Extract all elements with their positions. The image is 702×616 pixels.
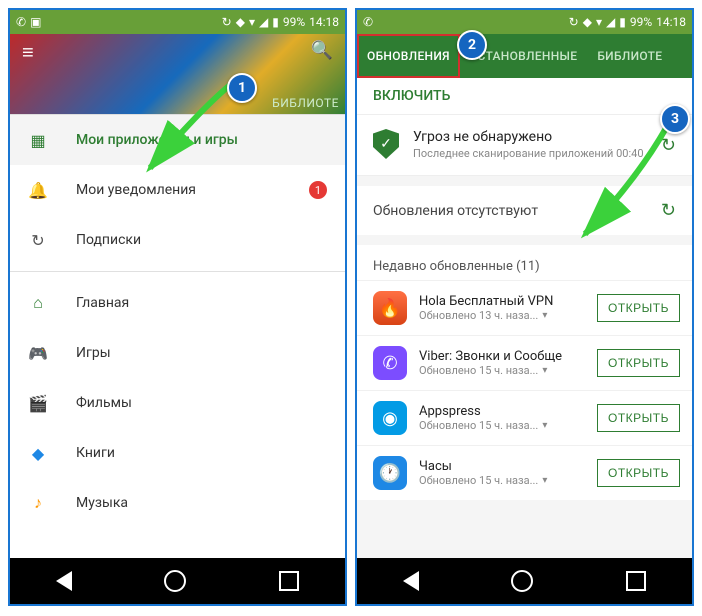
battery-icon: ▮ bbox=[272, 15, 279, 29]
drawer-label: Музыка bbox=[76, 495, 128, 511]
app-name: Часы bbox=[419, 459, 585, 474]
app-sub: Обновлено 15 ч. наза... bbox=[419, 419, 538, 432]
no-updates-label: Обновления отсутствуют bbox=[373, 203, 538, 219]
drawer-label: Фильмы bbox=[76, 395, 132, 411]
annotation-arrow-3 bbox=[570, 116, 690, 246]
drawer-games[interactable]: 🎮 Игры bbox=[10, 328, 345, 378]
search-icon[interactable]: 🔍 bbox=[311, 40, 333, 65]
drawer-label: Мои уведомления bbox=[76, 182, 196, 198]
viber-status-icon: ✆ bbox=[16, 15, 26, 29]
drawer-subscriptions[interactable]: ↻ Подписки bbox=[10, 215, 345, 265]
play-tabs: ОБНОВЛЕНИЯ УСТАНОВЛЕННЫЕ БИБЛИОТЕ bbox=[357, 34, 692, 78]
wifi-icon: ▾ bbox=[596, 15, 602, 29]
status-bar: ✆ ▣ ↻ ◆ ▾ ◢ ▮ 99% 14:18 bbox=[10, 10, 345, 34]
nav-drawer: ▦ Мои приложения и игры 🔔 Мои уведомлени… bbox=[10, 114, 345, 558]
enable-button[interactable]: ВКЛЮЧИТЬ bbox=[357, 78, 692, 115]
wifi-icon: ▾ bbox=[249, 15, 255, 29]
tab-updates[interactable]: ОБНОВЛЕНИЯ bbox=[357, 34, 460, 78]
signal-icon: ◢ bbox=[606, 15, 615, 29]
hamburger-icon[interactable]: ≡ bbox=[22, 40, 34, 65]
android-status-icon: ▣ bbox=[30, 15, 41, 29]
drawer-books[interactable]: ◆ Книги bbox=[10, 428, 345, 478]
viber-icon: ✆ bbox=[373, 346, 407, 380]
app-sub: Обновлено 13 ч. наза... bbox=[419, 309, 538, 322]
annotation-marker-2: 2 bbox=[457, 30, 487, 60]
nav-back[interactable] bbox=[56, 571, 72, 591]
sync-icon: ↻ bbox=[569, 15, 579, 29]
app-sub: Обновлено 15 ч. наза... bbox=[419, 474, 538, 487]
clock-icon: 🕐 bbox=[373, 456, 407, 490]
battery-pct: 99% bbox=[630, 15, 652, 29]
appspress-icon: ◉ bbox=[373, 401, 407, 435]
home-icon: ⌂ bbox=[28, 293, 48, 313]
film-icon: 🎬 bbox=[28, 394, 48, 413]
status-bar: ✆ ↻ ◆ ▾ ◢ ▮ 99% 14:18 bbox=[357, 10, 692, 34]
drawer-label: Игры bbox=[76, 345, 111, 361]
nav-recent[interactable] bbox=[279, 571, 299, 591]
drawer-films[interactable]: 🎬 Фильмы bbox=[10, 378, 345, 428]
nav-home[interactable] bbox=[511, 570, 533, 592]
drawer-label: Подписки bbox=[76, 232, 141, 248]
phone-right: ✆ ↻ ◆ ▾ ◢ ▮ 99% 14:18 ОБНОВЛЕНИЯ УСТАНОВ… bbox=[355, 8, 694, 606]
annotation-marker-3: 3 bbox=[660, 104, 690, 134]
chevron-down-icon[interactable]: ▾ bbox=[542, 420, 547, 431]
app-name: Hola Бесплатный VPN bbox=[419, 294, 585, 309]
app-row-clock[interactable]: 🕐 Часы Обновлено 15 ч. наза... ▾ ОТКРЫТЬ bbox=[357, 445, 692, 500]
drawer-music[interactable]: ♪ Музыка bbox=[10, 478, 345, 528]
chevron-down-icon[interactable]: ▾ bbox=[542, 365, 547, 376]
bell-icon: 🔔 bbox=[28, 181, 48, 200]
clock: 14:18 bbox=[309, 15, 339, 29]
sync-icon: ↻ bbox=[222, 15, 232, 29]
book-icon: ◆ bbox=[28, 444, 48, 463]
android-navbar bbox=[357, 558, 692, 604]
app-list: 🔥 Hola Бесплатный VPN Обновлено 13 ч. на… bbox=[357, 280, 692, 500]
refresh-icon: ↻ bbox=[28, 231, 48, 250]
app-sub: Обновлено 15 ч. наза... bbox=[419, 364, 538, 377]
clock: 14:18 bbox=[656, 15, 686, 29]
signal-icon: ◢ bbox=[259, 15, 268, 29]
chevron-down-icon[interactable]: ▾ bbox=[542, 475, 547, 486]
recent-header: Недавно обновленные (11) bbox=[357, 245, 692, 280]
open-button[interactable]: ОТКРЫТЬ bbox=[597, 459, 680, 487]
chevron-down-icon[interactable]: ▾ bbox=[542, 310, 547, 321]
gamepad-icon: 🎮 bbox=[28, 344, 48, 363]
nav-back[interactable] bbox=[403, 571, 419, 591]
open-button[interactable]: ОТКРЫТЬ bbox=[597, 294, 680, 322]
drawer-label: Книги bbox=[76, 445, 115, 461]
annotation-marker-1: 1 bbox=[227, 73, 257, 103]
app-name: Appspress bbox=[419, 404, 585, 419]
shield-icon: ✓ bbox=[373, 129, 399, 159]
nav-home[interactable] bbox=[164, 570, 186, 592]
drawer-label: Главная bbox=[76, 295, 129, 311]
battery-pct: 99% bbox=[283, 15, 305, 29]
open-button[interactable]: ОТКРЫТЬ bbox=[597, 349, 680, 377]
tab-library-peek[interactable]: БИБЛИОТЕ bbox=[272, 96, 345, 114]
divider bbox=[10, 271, 345, 272]
location-icon: ◆ bbox=[583, 15, 592, 29]
notif-badge: 1 bbox=[309, 181, 327, 199]
music-icon: ♪ bbox=[28, 493, 48, 513]
app-row-appspress[interactable]: ◉ Appspress Обновлено 15 ч. наза... ▾ ОТК… bbox=[357, 390, 692, 445]
battery-icon: ▮ bbox=[619, 15, 626, 29]
app-row-viber[interactable]: ✆ Viber: Звонки и Сообще Обновлено 15 ч.… bbox=[357, 335, 692, 390]
apps-icon: ▦ bbox=[28, 131, 48, 150]
nav-recent[interactable] bbox=[626, 571, 646, 591]
app-name: Viber: Звонки и Сообще bbox=[419, 349, 585, 364]
viber-status-icon: ✆ bbox=[363, 15, 373, 29]
location-icon: ◆ bbox=[236, 15, 245, 29]
android-navbar bbox=[10, 558, 345, 604]
hola-icon: 🔥 bbox=[373, 291, 407, 325]
drawer-home[interactable]: ⌂ Главная bbox=[10, 278, 345, 328]
open-button[interactable]: ОТКРЫТЬ bbox=[597, 404, 680, 432]
app-row-hola[interactable]: 🔥 Hola Бесплатный VPN Обновлено 13 ч. на… bbox=[357, 280, 692, 335]
tab-library[interactable]: БИБЛИОТЕ bbox=[587, 34, 672, 78]
